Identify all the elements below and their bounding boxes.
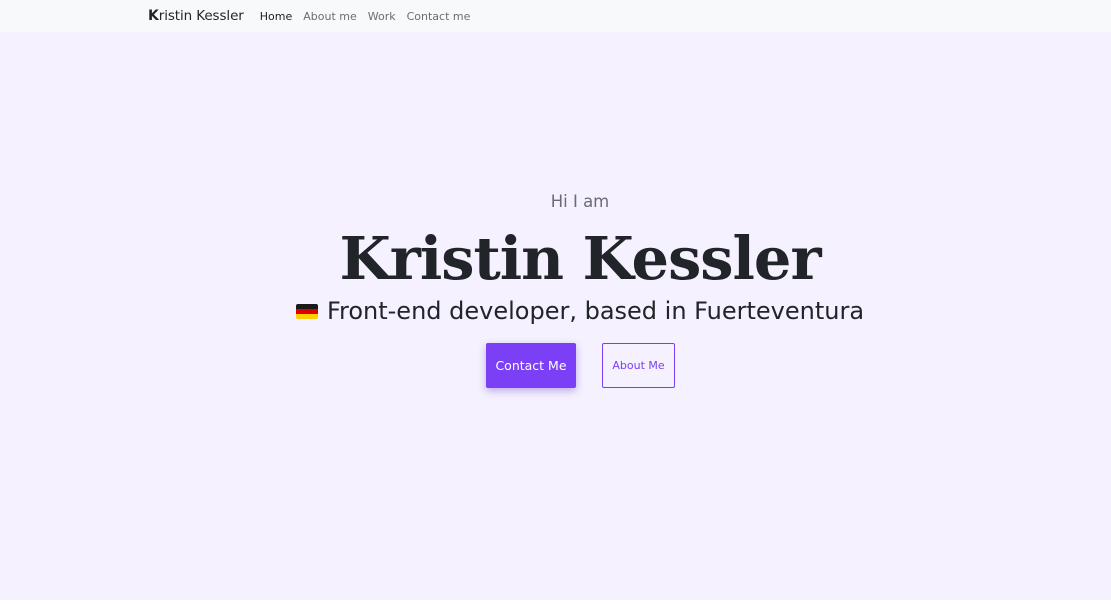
nav-link-about[interactable]: About me <box>303 10 357 23</box>
hero-tagline: Front-end developer, based in Fuertevent… <box>326 297 865 325</box>
about-me-button[interactable]: About Me <box>602 343 675 388</box>
brand-initial: K <box>148 8 159 24</box>
hero-name: Kristin Kessler <box>339 224 821 293</box>
brand-name-rest: ristin Kessler <box>158 8 244 24</box>
nav-links: Home About me Work Contact me <box>260 10 482 23</box>
contact-me-button[interactable]: Contact Me <box>486 343 576 388</box>
brand-logo[interactable]: Kristin Kessler <box>148 8 244 24</box>
germany-flag-icon <box>295 303 318 319</box>
nav-link-work[interactable]: Work <box>368 10 396 23</box>
hero-tagline-row: Front-end developer, based in Fuertevent… <box>0 297 1111 325</box>
hero-greeting: Hi I am <box>550 192 610 211</box>
navbar: Kristin Kessler Home About me Work Conta… <box>0 0 1111 32</box>
nav-link-home[interactable]: Home <box>260 10 292 23</box>
hero-section: Hi I am Kristin Kessler Front-end develo… <box>0 32 1111 600</box>
nav-link-contact[interactable]: Contact me <box>407 10 471 23</box>
page-bottom <box>0 600 1111 612</box>
